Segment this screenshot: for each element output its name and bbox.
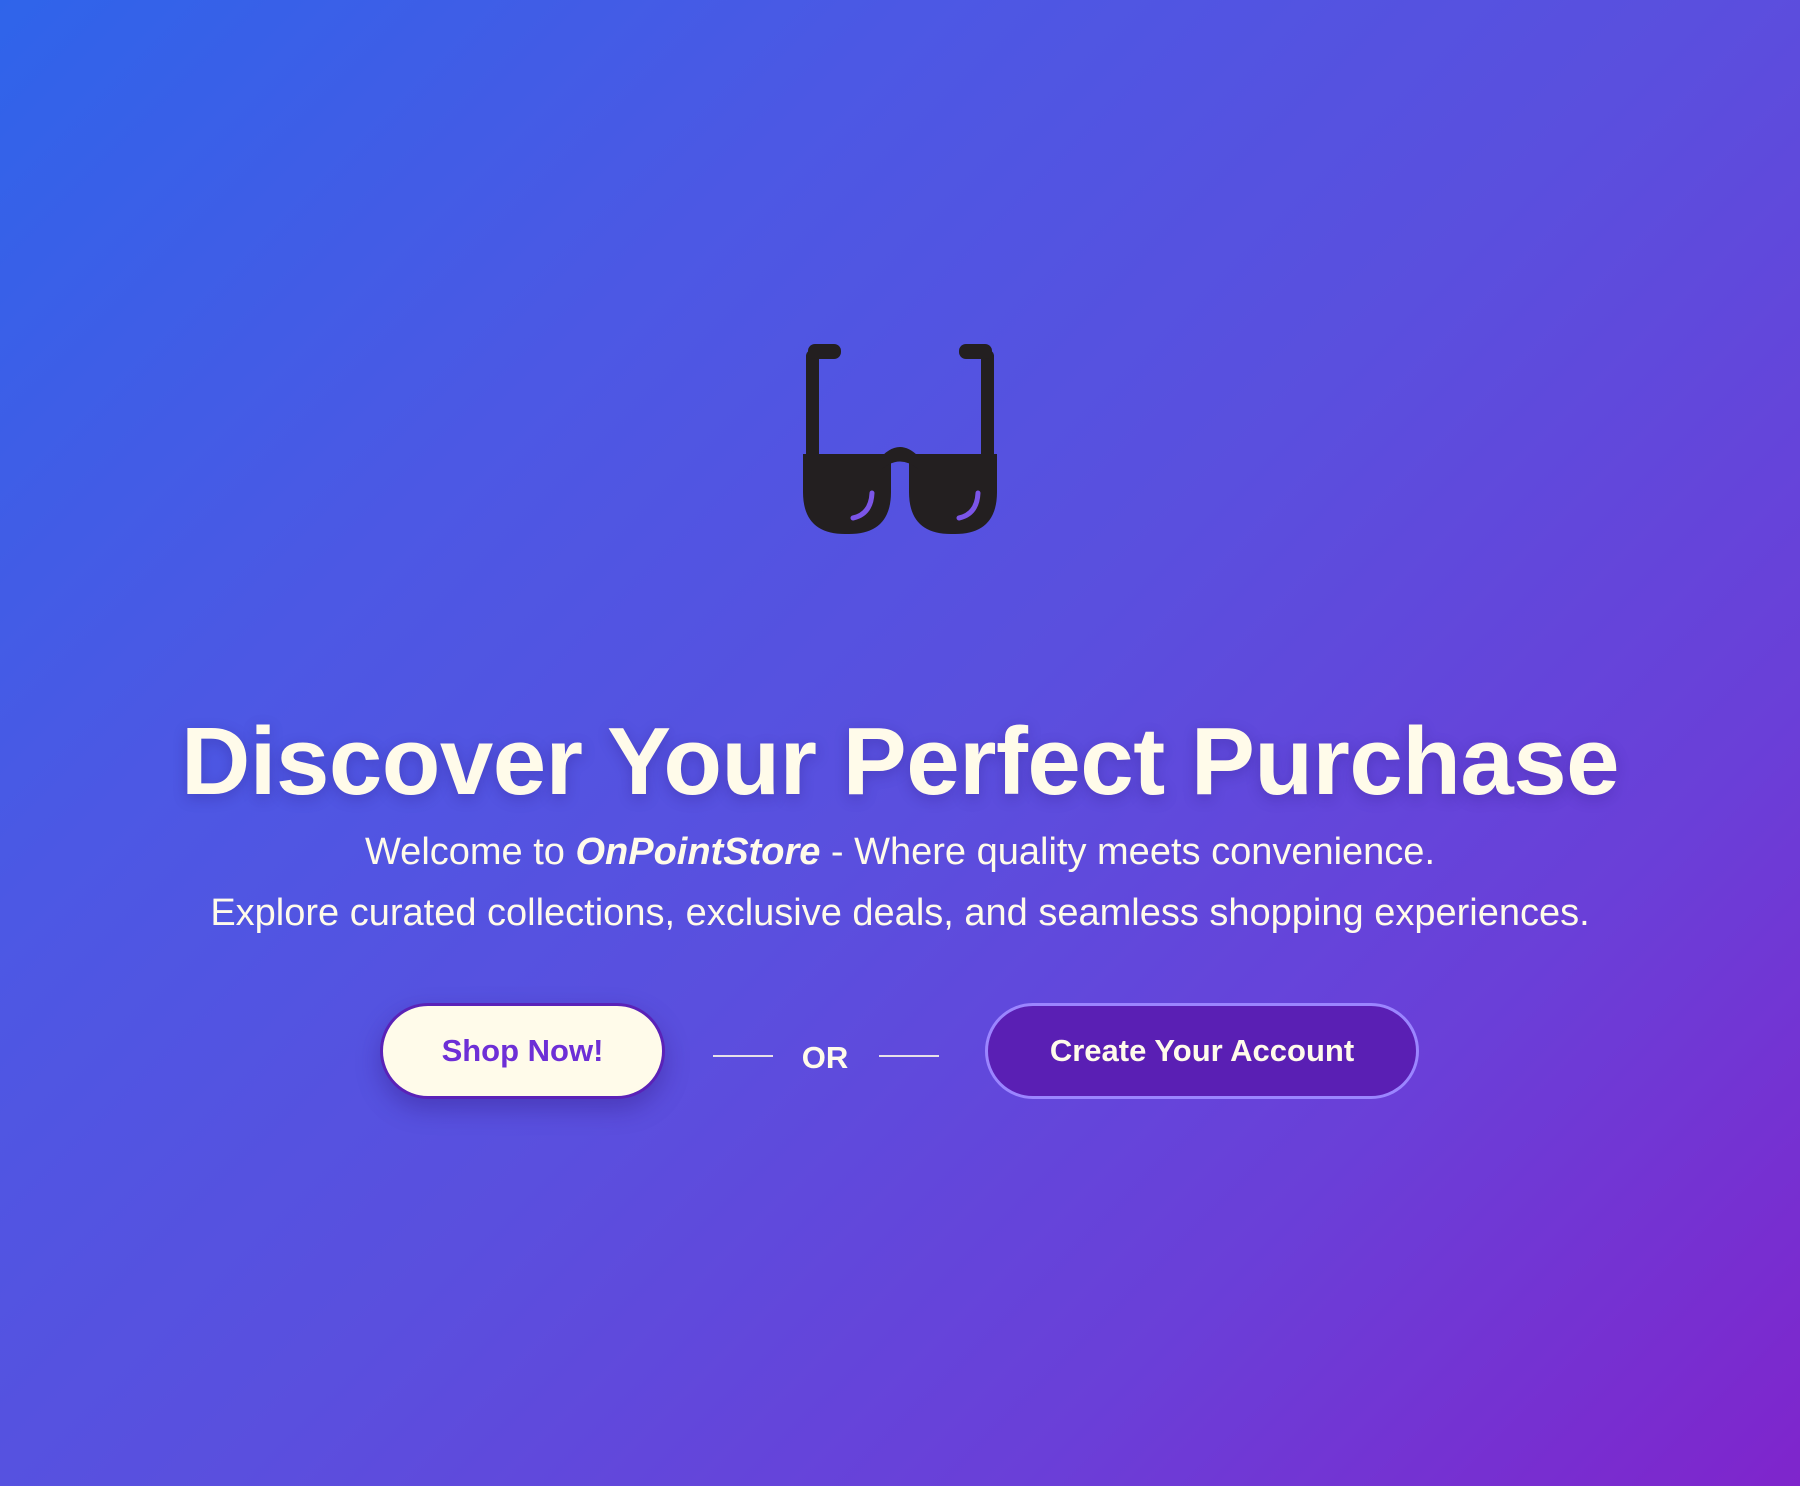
or-divider-right-line (879, 1055, 939, 1057)
hero-section: Discover Your Perfect Purchase Welcome t… (0, 0, 1800, 1486)
shop-now-button[interactable]: Shop Now! (380, 1003, 665, 1099)
subtitle-prefix: Welcome to (365, 831, 576, 873)
brand-name: OnPointStore (575, 831, 821, 873)
or-divider-label: OR (801, 1040, 849, 1075)
create-account-button[interactable]: Create Your Account (985, 1003, 1419, 1099)
subtitle-line-2: Explore curated collections, exclusive d… (210, 892, 1590, 934)
sunglasses-icon (798, 342, 1002, 538)
hero-subtitle: Welcome to OnPointStore - Where quality … (0, 822, 1800, 944)
page-title: Discover Your Perfect Purchase (180, 708, 1620, 816)
or-divider-left-line (713, 1055, 773, 1057)
subtitle-suffix: - Where quality meets convenience. (820, 831, 1435, 873)
subtitle-line-1: Welcome to OnPointStore - Where quality … (0, 822, 1800, 883)
